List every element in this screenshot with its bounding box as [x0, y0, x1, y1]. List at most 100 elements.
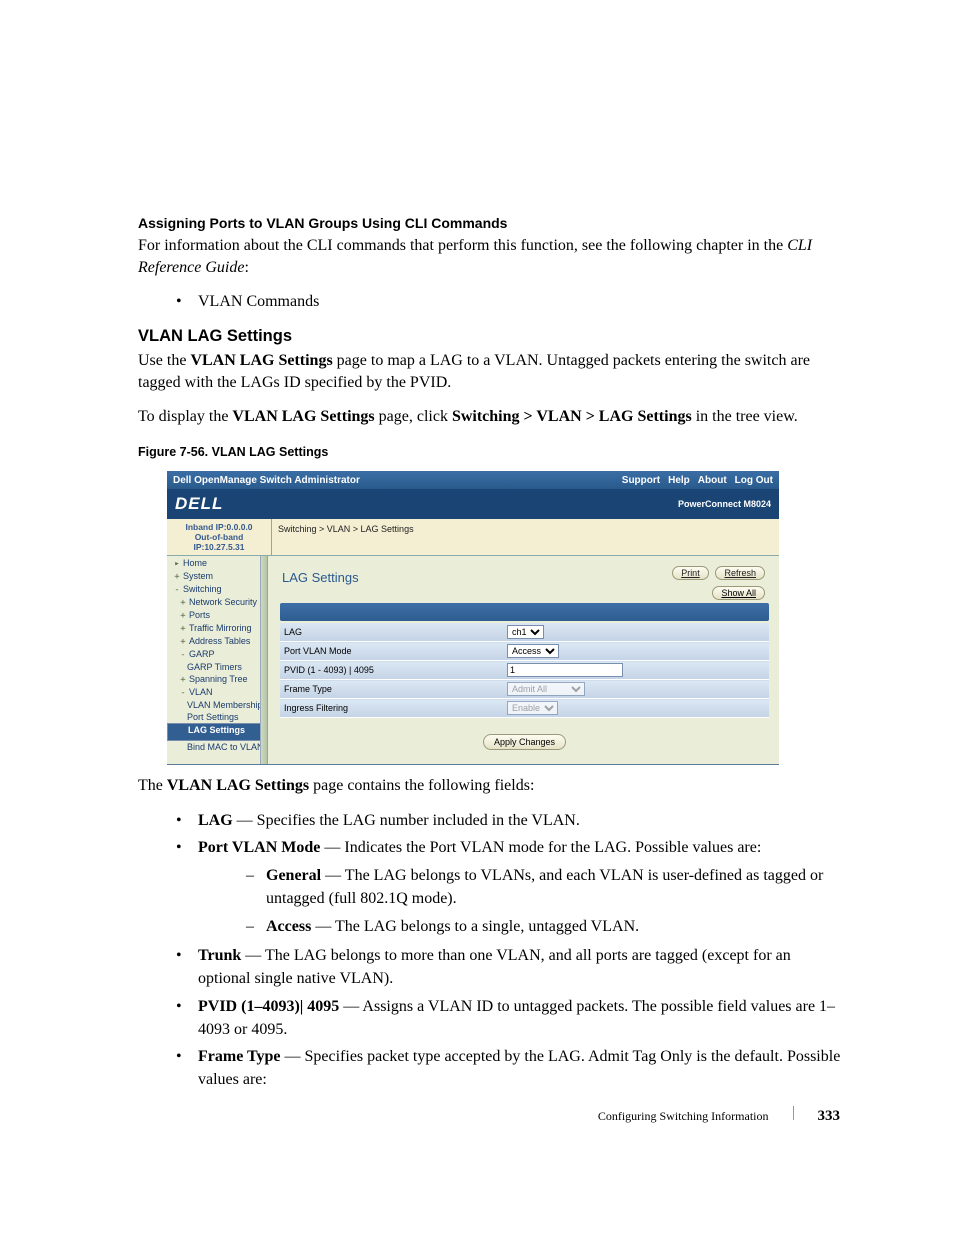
dell-logo: DELL [175, 494, 223, 514]
select-pvm[interactable]: Access [507, 644, 559, 658]
about-link[interactable]: About [698, 475, 727, 486]
refresh-button[interactable]: Refresh [715, 566, 765, 580]
nav-system[interactable]: +System [167, 570, 267, 583]
row-frame-type: Frame Type Admit All [280, 680, 769, 699]
field-trunk: Trunk — The LAG belongs to more than one… [138, 944, 844, 990]
select-ingress: Enable [507, 701, 558, 715]
nav-switching[interactable]: -Switching [167, 583, 267, 596]
nav-lag-settings[interactable]: LAG Settings [167, 723, 267, 741]
text: To display the [138, 408, 232, 425]
nav-tree[interactable]: ▸Home +System -Switching +Network Securi… [167, 556, 268, 764]
value-desc: — The LAG belongs to VLANs, and each VLA… [266, 867, 823, 906]
nav-garp[interactable]: -GARP [167, 648, 267, 661]
inband-ip: Inband IP:0.0.0.0 [169, 522, 269, 532]
breadcrumb: Switching > VLAN > LAG Settings [272, 519, 779, 555]
section-heading: Assigning Ports to VLAN Groups Using CLI… [138, 215, 844, 231]
oob-ip: Out-of-band IP:10.27.5.31 [169, 532, 269, 552]
fields-intro: The VLAN LAG Settings page contains the … [138, 775, 844, 797]
nav-address-tables[interactable]: +Address Tables [167, 635, 267, 648]
cli-bullet: VLAN Commands [138, 290, 844, 313]
row-ingress-filtering: Ingress Filtering Enable [280, 699, 769, 718]
text-bold: VLAN LAG Settings [232, 408, 374, 425]
nav-label: System [183, 571, 213, 581]
nav-vlan[interactable]: -VLAN [167, 686, 267, 699]
nav-ports[interactable]: +Ports [167, 609, 267, 622]
nav-label: Ports [189, 610, 210, 620]
model-label: PowerConnect M8024 [678, 499, 771, 509]
text-bold: Switching > VLAN > LAG Settings [452, 408, 692, 425]
field-name: Frame Type [198, 1048, 281, 1065]
text: page contains the following fields: [309, 777, 534, 794]
label-ingress: Ingress Filtering [280, 699, 503, 718]
apply-changes-button[interactable]: Apply Changes [483, 734, 566, 750]
label-pvm: Port VLAN Mode [280, 642, 503, 661]
nav-label: Port Settings [187, 712, 239, 722]
nav-vlan-membership[interactable]: VLAN Membership [167, 699, 267, 711]
scroll-thumb[interactable] [260, 557, 266, 571]
nav-label: Traffic Mirroring [189, 623, 252, 633]
support-link[interactable]: Support [622, 475, 660, 486]
navigation-instruction: To display the VLAN LAG Settings page, c… [138, 406, 844, 428]
page-footer: Configuring Switching Information 333 [598, 1106, 840, 1125]
nav-label: Home [183, 558, 207, 568]
select-lag[interactable]: ch1 [507, 625, 544, 639]
field-desc: — Specifies packet type accepted by the … [198, 1048, 840, 1088]
header-strip [280, 603, 769, 621]
text: in the tree view. [692, 408, 798, 425]
nav-home[interactable]: ▸Home [167, 557, 267, 570]
field-name: Port VLAN Mode [198, 839, 320, 856]
nav-traffic-mirroring[interactable]: +Traffic Mirroring [167, 622, 267, 635]
content-panel: Print Refresh Show All LAG Settings LAG … [268, 556, 779, 764]
row-lag: LAG ch1 [280, 623, 769, 642]
value-access: Access — The LAG belongs to a single, un… [198, 916, 844, 938]
nav-label: Bind MAC to VLAN [187, 742, 264, 752]
nav-garp-timers[interactable]: GARP Timers [167, 661, 267, 673]
subsection-heading: VLAN LAG Settings [138, 327, 844, 346]
ip-box: Inband IP:0.0.0.0 Out-of-band IP:10.27.5… [167, 519, 272, 555]
value-name: Access [266, 918, 311, 935]
label-pvid: PVID (1 - 4093) | 4095 [280, 661, 503, 680]
app-screenshot: Dell OpenManage Switch Administrator Sup… [167, 471, 779, 765]
nav-label: Address Tables [189, 636, 250, 646]
brand-bar: DELL PowerConnect M8024 [167, 489, 779, 519]
footer-divider [793, 1106, 794, 1120]
row-pvid: PVID (1 - 4093) | 4095 [280, 661, 769, 680]
nav-label: VLAN [189, 687, 213, 697]
nav-label: GARP Timers [187, 662, 242, 672]
field-lag: LAG — Specifies the LAG number included … [138, 809, 844, 832]
nav-network-security[interactable]: +Network Security [167, 596, 267, 609]
text: The [138, 777, 167, 794]
field-desc: — Indicates the Port VLAN mode for the L… [320, 839, 761, 856]
nav-label: GARP [189, 649, 215, 659]
field-name: LAG [198, 812, 233, 829]
intro-paragraph: For information about the CLI commands t… [138, 235, 844, 278]
app-title: Dell OpenManage Switch Administrator [173, 475, 360, 486]
label-frame-type: Frame Type [280, 680, 503, 699]
value-name: General [266, 867, 321, 884]
row-port-vlan-mode: Port VLAN Mode Access [280, 642, 769, 661]
print-button[interactable]: Print [672, 566, 709, 580]
vlan-lag-description: Use the VLAN LAG Settings page to map a … [138, 350, 844, 393]
show-all-button[interactable]: Show All [712, 586, 765, 600]
nav-label: LAG Settings [188, 725, 245, 735]
field-frame-type: Frame Type — Specifies packet type accep… [138, 1045, 844, 1091]
help-link[interactable]: Help [668, 475, 690, 486]
nav-port-settings[interactable]: Port Settings [167, 711, 267, 723]
text-bold: VLAN LAG Settings [190, 352, 332, 369]
page-number: 333 [818, 1108, 841, 1125]
text: page, click [375, 408, 452, 425]
text-bold: VLAN LAG Settings [167, 777, 309, 794]
nav-spanning-tree[interactable]: +Spanning Tree [167, 673, 267, 686]
figure-caption: Figure 7-56. VLAN LAG Settings [138, 445, 844, 459]
field-desc: — The LAG belongs to more than one VLAN,… [198, 947, 791, 987]
input-pvid[interactable] [507, 663, 623, 677]
nav-bind-mac[interactable]: Bind MAC to VLAN [167, 741, 267, 753]
text: Use the [138, 352, 190, 369]
logout-link[interactable]: Log Out [735, 475, 773, 486]
value-desc: — The LAG belongs to a single, untagged … [311, 918, 639, 935]
field-name: PVID (1–4093)| 4095 [198, 998, 339, 1015]
label-lag: LAG [280, 623, 503, 642]
settings-form: LAG ch1 Port VLAN Mode Access PVID (1 - … [280, 623, 769, 718]
nav-label: Spanning Tree [189, 674, 248, 684]
field-pvid: PVID (1–4093)| 4095 — Assigns a VLAN ID … [138, 995, 844, 1041]
